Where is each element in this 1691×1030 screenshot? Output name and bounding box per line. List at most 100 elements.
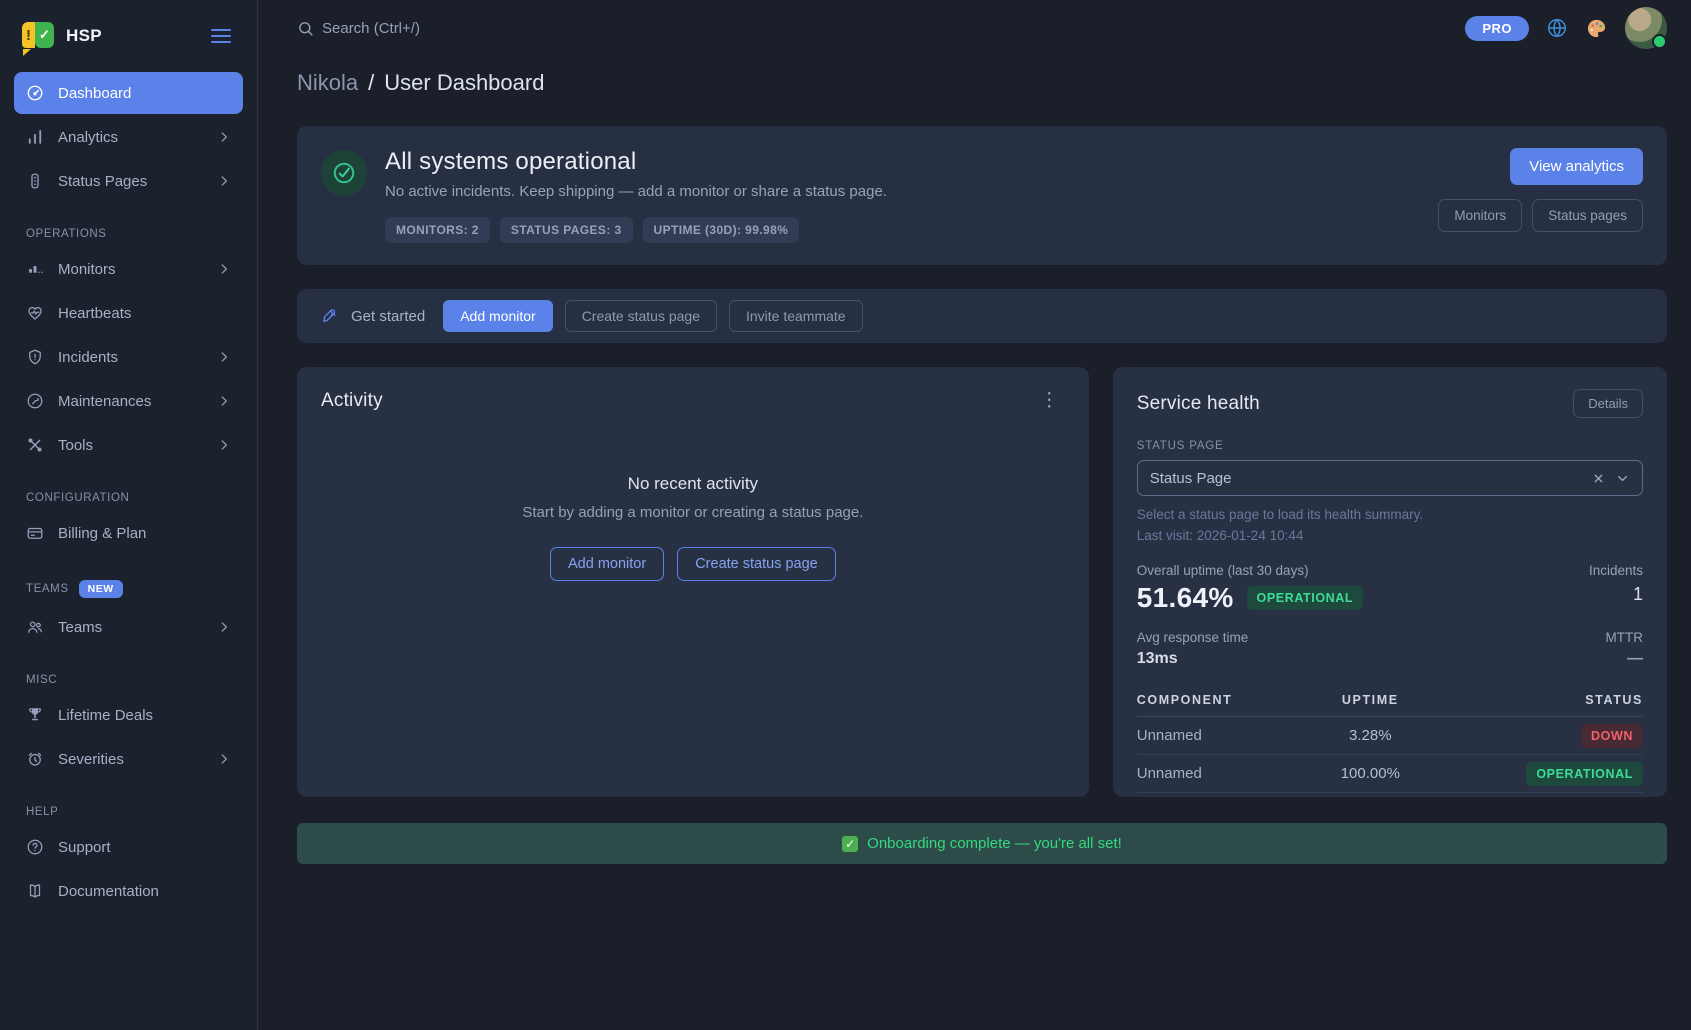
status-page-select-value: Status Page <box>1150 470 1232 487</box>
incidents-label: Incidents <box>1589 563 1643 578</box>
sidebar-item-billing[interactable]: Billing & Plan <box>14 512 243 554</box>
user-avatar[interactable] <box>1625 7 1667 49</box>
monitors-icon <box>26 260 44 278</box>
app-logo-icon[interactable]: ! ✓ <box>22 22 54 50</box>
dashboard-icon <box>26 84 44 102</box>
onboarding-complete-banner: ✓ Onboarding complete — you're all set! <box>297 823 1667 864</box>
topbar: Search (Ctrl+/) PRO <box>258 0 1691 56</box>
breadcrumb-parent[interactable]: Nikola <box>297 70 358 96</box>
status-subtitle: No active incidents. Keep shipping — add… <box>385 183 887 200</box>
sidebar-item-label: Monitors <box>58 261 116 278</box>
chevron-down-icon[interactable] <box>1615 471 1630 486</box>
palette-icon[interactable] <box>1585 17 1608 40</box>
sidebar-group-operations: OPERATIONS <box>26 228 231 240</box>
get-started-label: Get started <box>351 308 425 325</box>
sidebar-item-maintenances[interactable]: Maintenances <box>14 380 243 422</box>
sidebar-item-label: Teams <box>58 619 102 636</box>
sidebar-item-severities[interactable]: Severities <box>14 738 243 780</box>
table-row: Unnamed 3.28% DOWN <box>1137 717 1643 755</box>
avg-response-value: 13ms <box>1137 650 1249 668</box>
service-health-card: Service health Details STATUS PAGE Statu… <box>1113 367 1667 797</box>
sidebar-item-label: Analytics <box>58 129 118 146</box>
components-table: COMPONENT UPTIME STATUS Unnamed 3.28% DO… <box>1137 684 1643 793</box>
new-badge: NEW <box>79 580 123 598</box>
empty-state-subtitle: Start by adding a monitor or creating a … <box>522 504 863 521</box>
status-pages-button[interactable]: Status pages <box>1532 199 1643 232</box>
create-status-page-button[interactable]: Create status page <box>677 547 836 581</box>
sidebar-item-label: Tools <box>58 437 93 454</box>
sidebar-item-label: Lifetime Deals <box>58 707 153 724</box>
overall-uptime-value: 51.64% <box>1137 582 1234 614</box>
sidebar-item-incidents[interactable]: Incidents <box>14 336 243 378</box>
sidebar-item-label: Heartbeats <box>58 305 131 322</box>
invite-teammate-button[interactable]: Invite teammate <box>729 300 863 332</box>
sidebar-item-dashboard[interactable]: Dashboard <box>14 72 243 114</box>
hamburger-menu-icon[interactable] <box>207 25 235 47</box>
sidebar: ! ✓ HSP Dashboard Analytics Statu <box>0 0 258 1030</box>
service-health-title: Service health <box>1137 393 1260 415</box>
status-badge-down: DOWN <box>1581 724 1643 748</box>
analytics-icon <box>26 128 44 146</box>
component-name: Unnamed <box>1137 717 1315 755</box>
component-uptime: 3.28% <box>1315 717 1425 755</box>
add-monitor-button[interactable]: Add monitor <box>550 547 664 581</box>
add-monitor-button[interactable]: Add monitor <box>443 300 552 332</box>
chevron-right-icon <box>217 262 231 276</box>
sidebar-item-label: Support <box>58 839 111 856</box>
check-circle-icon <box>321 150 367 196</box>
chevron-right-icon <box>217 394 231 408</box>
sidebar-item-label: Maintenances <box>58 393 151 410</box>
status-badge: OPERATIONAL <box>1247 586 1364 610</box>
sidebar-item-analytics[interactable]: Analytics <box>14 116 243 158</box>
clear-icon[interactable] <box>1592 472 1605 485</box>
status-page-select[interactable]: Status Page <box>1137 460 1643 496</box>
sidebar-item-documentation[interactable]: Documentation <box>14 870 243 912</box>
search-icon <box>297 20 314 37</box>
column-header-component: COMPONENT <box>1137 684 1315 717</box>
breadcrumb: Nikola / User Dashboard <box>258 70 1691 96</box>
chevron-right-icon <box>217 620 231 634</box>
sidebar-item-heartbeats[interactable]: Heartbeats <box>14 292 243 334</box>
plan-badge[interactable]: PRO <box>1465 16 1529 41</box>
search-placeholder: Search (Ctrl+/) <box>322 20 420 37</box>
uptime-badge: UPTIME (30D): 99.98% <box>643 217 800 243</box>
sidebar-item-support[interactable]: Support <box>14 826 243 868</box>
component-uptime: 100.00% <box>1315 755 1425 793</box>
view-analytics-button[interactable]: View analytics <box>1510 148 1643 185</box>
create-status-page-button[interactable]: Create status page <box>565 300 717 332</box>
sidebar-group-configuration: CONFIGURATION <box>26 492 231 504</box>
status-pages-count-badge: STATUS PAGES: 3 <box>500 217 633 243</box>
chevron-right-icon <box>217 174 231 188</box>
chevron-right-icon <box>217 130 231 144</box>
tools-icon <box>26 436 44 454</box>
overall-uptime-label: Overall uptime (last 30 days) <box>1137 563 1363 578</box>
details-button[interactable]: Details <box>1573 389 1643 418</box>
sidebar-item-label: Severities <box>58 751 124 768</box>
sidebar-item-status-pages[interactable]: Status Pages <box>14 160 243 202</box>
globe-icon[interactable] <box>1546 17 1568 39</box>
sidebar-item-teams[interactable]: Teams <box>14 606 243 648</box>
sidebar-item-label: Dashboard <box>58 85 131 102</box>
sidebar-item-monitors[interactable]: Monitors <box>14 248 243 290</box>
sidebar-item-label: Billing & Plan <box>58 525 146 542</box>
search-input[interactable]: Search (Ctrl+/) <box>297 20 420 37</box>
sidebar-item-label: Documentation <box>58 883 159 900</box>
empty-state-title: No recent activity <box>628 474 758 494</box>
kebab-menu-icon[interactable]: ⋮ <box>1034 389 1065 412</box>
chevron-right-icon <box>217 350 231 364</box>
sidebar-item-lifetime-deals[interactable]: Lifetime Deals <box>14 694 243 736</box>
activity-card: Activity ⋮ No recent activity Start by a… <box>297 367 1089 797</box>
app-name: HSP <box>66 26 102 46</box>
status-page-field-label: STATUS PAGE <box>1137 440 1643 452</box>
monitors-button[interactable]: Monitors <box>1438 199 1522 232</box>
column-header-status: STATUS <box>1426 684 1644 717</box>
page-title: User Dashboard <box>384 70 544 96</box>
sidebar-item-tools[interactable]: Tools <box>14 424 243 466</box>
last-visit-text: Last visit: 2026-01-24 10:44 <box>1137 528 1643 543</box>
mttr-value: — <box>1606 650 1644 668</box>
maintenance-icon <box>26 392 44 410</box>
help-icon <box>26 838 44 856</box>
rocket-icon <box>321 307 339 325</box>
heartbeat-icon <box>26 304 44 322</box>
main-area: Search (Ctrl+/) PRO Nikola / User Dashbo… <box>258 0 1691 1030</box>
